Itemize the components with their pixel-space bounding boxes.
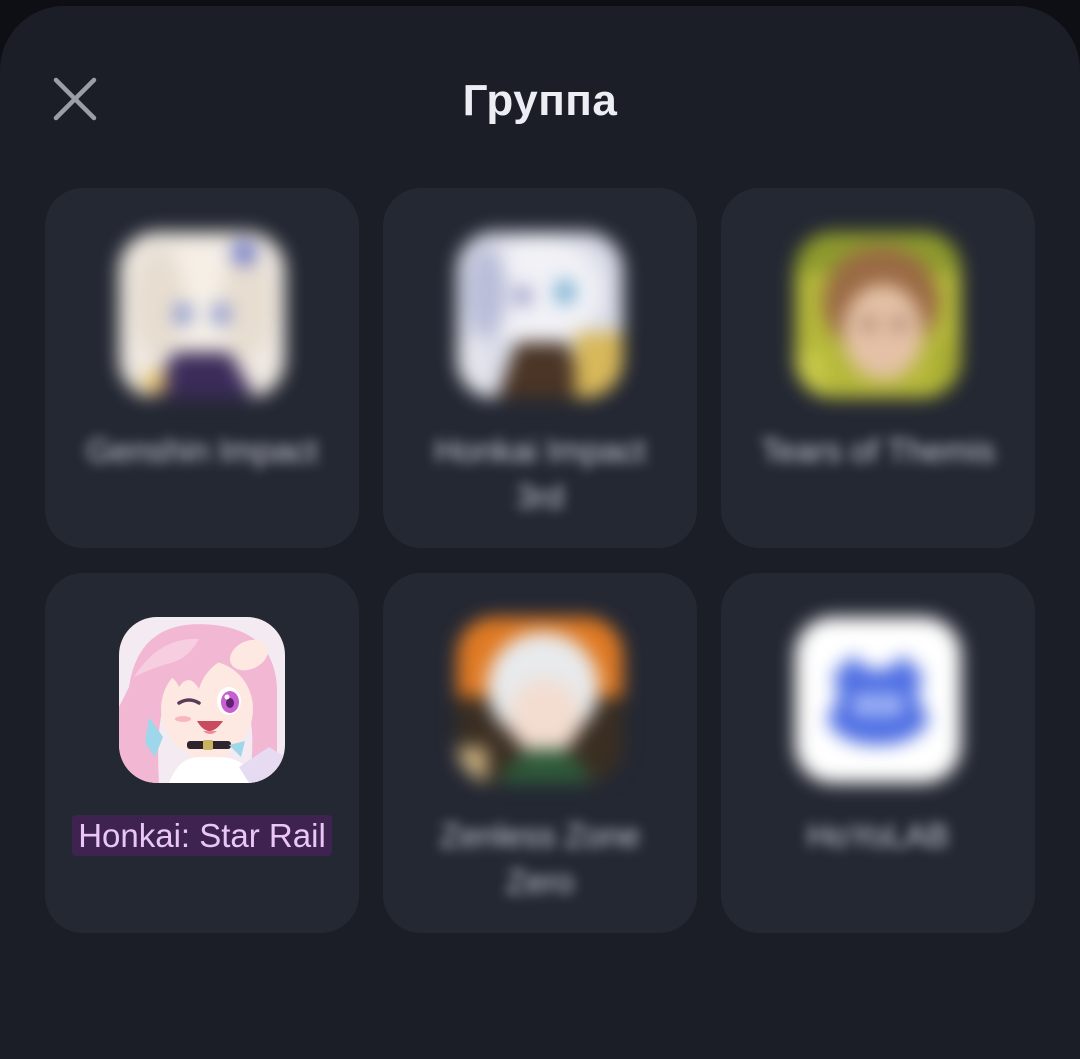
app-grid: Genshin Impact Honkai Impact 3rd Tears o… <box>45 188 1035 933</box>
app-label: Genshin Impact <box>86 432 318 469</box>
honkai-impact-3rd-app-icon <box>457 232 623 398</box>
honkai-star-rail-app-icon <box>119 617 285 783</box>
app-label: Tears of Themis <box>760 432 996 469</box>
text-selection-highlight: Honkai: Star Rail <box>72 815 332 856</box>
group-sheet: Группа Genshin Impact Honkai Impact 3rd … <box>0 6 1080 1059</box>
app-label-highlighted: Honkai: Star Rail <box>71 813 333 859</box>
group-title: Группа <box>462 76 618 125</box>
app-tile-hoyolab[interactable]: HoYoLAB <box>721 573 1035 933</box>
app-tile-honkai-impact-3rd[interactable]: Honkai Impact 3rd <box>383 188 697 548</box>
app-label: HoYoLAB <box>807 817 949 854</box>
hoyolab-app-icon <box>795 617 961 783</box>
app-label: Zenless Zone Zero <box>440 817 640 900</box>
app-tile-zenless-zone-zero[interactable]: Zenless Zone Zero <box>383 573 697 933</box>
app-tile-tears-of-themis[interactable]: Tears of Themis <box>721 188 1035 548</box>
zenless-zone-zero-app-icon <box>457 617 623 783</box>
app-label: Honkai Impact 3rd <box>434 432 646 515</box>
app-tile-honkai-star-rail[interactable]: Honkai: Star Rail <box>45 573 359 933</box>
tears-of-themis-app-icon <box>795 232 961 398</box>
app-tile-genshin-impact[interactable]: Genshin Impact <box>45 188 359 548</box>
genshin-impact-app-icon <box>119 232 285 398</box>
